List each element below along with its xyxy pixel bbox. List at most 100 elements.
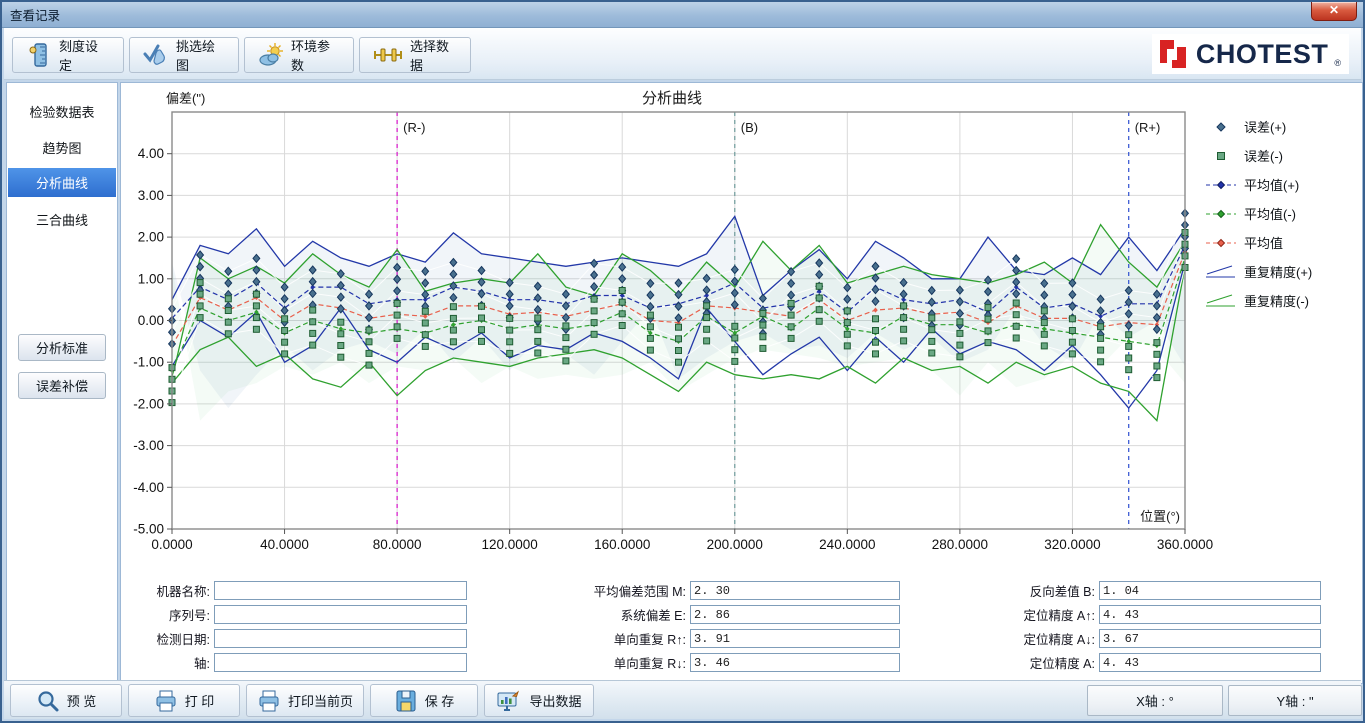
range-slider-icon	[374, 48, 402, 62]
print-current-page-label: 打印当前页	[288, 694, 354, 709]
y-axis-unit-button[interactable]: Y轴 : "	[1228, 685, 1362, 716]
legend-label: 重复精度(+)	[1244, 265, 1313, 280]
positioning-accuracy-down-field[interactable]	[1099, 629, 1321, 648]
chart-legend: 误差(+) 误差(-) 平均值(+) 平均值(-) 平均值 重复精度(+) 重复…	[1204, 112, 1354, 315]
axis-label: 轴:	[194, 657, 210, 671]
positioning-accuracy-field[interactable]	[1099, 653, 1321, 672]
repeat-plus-lines-icon	[1206, 265, 1235, 277]
environment-params-label: 环境参数	[291, 39, 331, 73]
brand-logo: CHOTEST ®	[1151, 34, 1349, 74]
system-deviation-field[interactable]	[690, 605, 900, 624]
sidebar-item-analysis-curve[interactable]: 分析曲线	[8, 168, 116, 197]
legend-label: 误差(+)	[1244, 120, 1287, 135]
svg-text:4.00: 4.00	[138, 146, 164, 161]
deviation-results-form: 平均偏差范围 M: 系统偏差 E: 单向重复 R↑: 单向重复 R↓:	[560, 581, 900, 672]
test-date-field[interactable]	[214, 629, 467, 648]
svg-text:320.0000: 320.0000	[1044, 537, 1100, 552]
svg-text:3.00: 3.00	[138, 188, 164, 203]
svg-text:偏差("): 偏差(")	[166, 91, 205, 106]
bottom-toolbar: 预 览 打 印 打印当前页 保 存 导出数据 X轴: ° Y轴: "	[4, 680, 1362, 719]
printer-icon	[156, 690, 176, 711]
svg-text:200.0000: 200.0000	[707, 537, 763, 552]
svg-text:-1.00: -1.00	[133, 355, 164, 370]
machine-info-form: 机器名称: 序列号: 检测日期: 轴:	[130, 581, 467, 672]
svg-text:240.0000: 240.0000	[819, 537, 875, 552]
error-minus-marker-icon	[1217, 151, 1225, 160]
x-axis-unit-button[interactable]: X轴 : °	[1087, 685, 1223, 716]
serial-number-label: 序列号:	[169, 609, 210, 623]
print-button[interactable]: 打 印	[128, 684, 240, 717]
svg-text:1.00: 1.00	[138, 271, 164, 286]
mean-line-icon	[1206, 238, 1236, 247]
unidirectional-repeat-up-field[interactable]	[690, 629, 900, 648]
svg-text:360.0000: 360.0000	[1157, 537, 1213, 552]
sidebar-item-triple-curve[interactable]: 三合曲线	[8, 205, 116, 234]
close-button[interactable]: ✕	[1311, 2, 1357, 21]
scale-setting-button[interactable]: 刻度设定	[12, 37, 124, 73]
title-bar: 查看记录 ✕	[2, 2, 1363, 28]
legend-item-mean: 平均值	[1204, 228, 1354, 257]
export-data-button[interactable]: 导出数据	[484, 684, 594, 717]
serial-number-field[interactable]	[214, 605, 467, 624]
axis-field[interactable]	[214, 653, 467, 672]
preview-button[interactable]: 预 览	[10, 684, 122, 717]
floppy-disk-icon	[396, 690, 416, 711]
unidirectional-repeat-down-label: 单向重复 R↓:	[613, 657, 686, 671]
mean-deviation-range-field[interactable]	[690, 581, 900, 600]
analysis-standard-label: 分析标准	[35, 341, 88, 356]
legend-item-error-plus: 误差(+)	[1204, 112, 1354, 141]
svg-text:-5.00: -5.00	[133, 522, 164, 537]
select-data-button[interactable]: 选择数据	[359, 37, 471, 73]
preview-label: 预 览	[66, 694, 97, 709]
pick-plot-button[interactable]: 挑选绘图	[129, 37, 239, 73]
svg-text:(R+): (R+)	[1135, 120, 1161, 135]
unidirectional-repeat-down-field[interactable]	[690, 653, 900, 672]
machine-name-label: 机器名称:	[156, 585, 210, 599]
save-label: 保 存	[424, 694, 455, 709]
pick-plot-label: 挑选绘图	[176, 39, 216, 73]
svg-text:(R-): (R-)	[403, 120, 425, 135]
positioning-accuracy-up-label: 定位精度 A↑:	[1023, 609, 1095, 623]
environment-params-button[interactable]: 环境参数	[244, 37, 354, 73]
error-plus-marker-icon	[1216, 121, 1226, 132]
positioning-accuracy-label: 定位精度 A:	[1029, 657, 1095, 671]
save-button[interactable]: 保 存	[370, 684, 478, 717]
legend-item-repeat-plus: 重复精度(+)	[1204, 257, 1354, 286]
svg-text:40.0000: 40.0000	[260, 537, 309, 552]
sidebar-item-trend-chart[interactable]: 趋势图	[8, 133, 116, 162]
sidebar-item-label: 趋势图	[42, 141, 82, 156]
svg-text:(B): (B)	[741, 120, 758, 135]
print-current-page-button[interactable]: 打印当前页	[246, 684, 364, 717]
svg-text:-4.00: -4.00	[133, 480, 164, 495]
legend-item-repeat-minus: 重复精度(-)	[1204, 286, 1354, 315]
chotest-logo-mark-icon	[1159, 40, 1186, 68]
export-chart-icon	[497, 690, 520, 711]
export-data-label: 导出数据	[529, 694, 582, 709]
analysis-standard-button[interactable]: 分析标准	[18, 334, 106, 361]
brand-registered-mark: ®	[1334, 58, 1341, 68]
x-axis-unit-label: X轴 : °	[1136, 694, 1174, 709]
positioning-accuracy-up-field[interactable]	[1099, 605, 1321, 624]
analysis-curve-chart: (R-) (B) (R+) 4.00 3.00 2.00 1.00 0.00 -1.00 -2.0…	[133, 90, 1213, 552]
legend-item-error-minus: 误差(-)	[1204, 141, 1354, 170]
svg-text:0.0000: 0.0000	[151, 537, 192, 552]
legend-item-mean-minus: 平均值(-)	[1204, 199, 1354, 228]
machine-name-field[interactable]	[214, 581, 467, 600]
sidebar-item-label: 分析曲线	[35, 176, 88, 191]
sidebar-item-label: 检验数据表	[29, 105, 95, 120]
scale-setting-label: 刻度设定	[59, 39, 99, 73]
svg-text:120.0000: 120.0000	[482, 537, 538, 552]
hand-check-icon	[143, 44, 165, 65]
test-date-label: 检测日期:	[156, 633, 210, 647]
reverse-difference-field[interactable]	[1099, 581, 1321, 600]
reverse-difference-label: 反向差值 B:	[1029, 585, 1095, 599]
legend-label: 误差(-)	[1244, 149, 1283, 164]
left-sidebar: 检验数据表 趋势图 分析曲线 三合曲线 分析标准 误差补偿	[6, 82, 118, 684]
sidebar-item-data-table[interactable]: 检验数据表	[8, 97, 116, 126]
legend-label: 平均值(-)	[1244, 207, 1296, 222]
error-compensation-label: 误差补偿	[35, 379, 88, 394]
close-icon: ✕	[1328, 3, 1340, 17]
svg-text:2.00: 2.00	[138, 230, 164, 245]
error-compensation-button[interactable]: 误差补偿	[18, 372, 106, 399]
svg-text:-2.00: -2.00	[133, 396, 164, 411]
